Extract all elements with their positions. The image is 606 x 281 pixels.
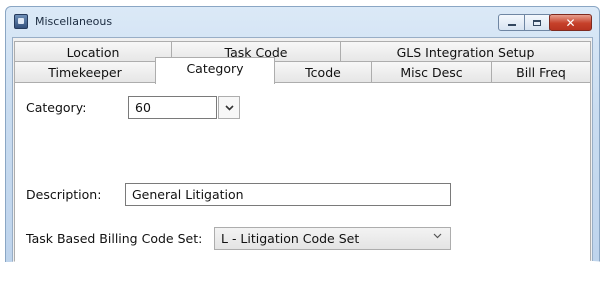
window-title: Miscellaneous [35, 15, 113, 28]
category-label: Category: [26, 100, 87, 115]
miscellaneous-window: Miscellaneous ✕ Location Task Code GLS I… [5, 6, 600, 276]
category-input[interactable]: 60 [128, 96, 217, 119]
minimize-button[interactable] [498, 14, 525, 31]
maximize-icon [533, 19, 541, 26]
task-billing-code-set-label: Task Based Billing Code Set: [26, 231, 203, 246]
tab-label: Tcode [305, 64, 341, 80]
tab-category[interactable]: Category [155, 57, 275, 84]
tab-misc-desc[interactable]: Misc Desc [371, 61, 492, 82]
tab-label: Timekeeper [48, 64, 122, 80]
chevron-down-icon [224, 104, 234, 111]
tab-label: Bill Freq [516, 64, 566, 80]
close-button[interactable]: ✕ [549, 14, 592, 31]
chevron-down-icon [433, 233, 442, 239]
tab-gls-integration-setup[interactable]: GLS Integration Setup [340, 41, 591, 62]
description-input[interactable]: General Litigation [125, 183, 451, 206]
category-value: 60 [135, 100, 151, 115]
tab-tcode[interactable]: Tcode [274, 61, 372, 82]
task-billing-code-set-select[interactable]: L - Litigation Code Set [214, 227, 451, 250]
torn-edge-shape [0, 258, 606, 268]
minimize-icon [507, 24, 516, 26]
task-billing-code-set-value: L - Litigation Code Set [221, 231, 360, 246]
app-window-icon [14, 14, 28, 29]
tab-timekeeper[interactable]: Timekeeper [14, 61, 156, 82]
title-bar[interactable]: Miscellaneous ✕ [6, 7, 599, 37]
torn-edge [0, 258, 606, 281]
tab-label: GLS Integration Setup [396, 44, 535, 60]
dialog-client-area: Location Task Code GLS Integration Setup… [12, 37, 593, 275]
description-label: Description: [26, 187, 102, 202]
description-value: General Litigation [132, 187, 244, 202]
close-icon: ✕ [565, 15, 576, 30]
category-tab-page: Category: 60 Description: General Litiga… [14, 82, 591, 275]
tab-label: Misc Desc [400, 64, 463, 80]
tab-label: Location [66, 44, 120, 60]
tab-bill-freq[interactable]: Bill Freq [491, 61, 591, 82]
tab-label: Category [186, 61, 244, 76]
maximize-button[interactable] [524, 14, 550, 31]
tab-location[interactable]: Location [14, 41, 172, 62]
category-dropdown-button[interactable] [218, 96, 240, 119]
